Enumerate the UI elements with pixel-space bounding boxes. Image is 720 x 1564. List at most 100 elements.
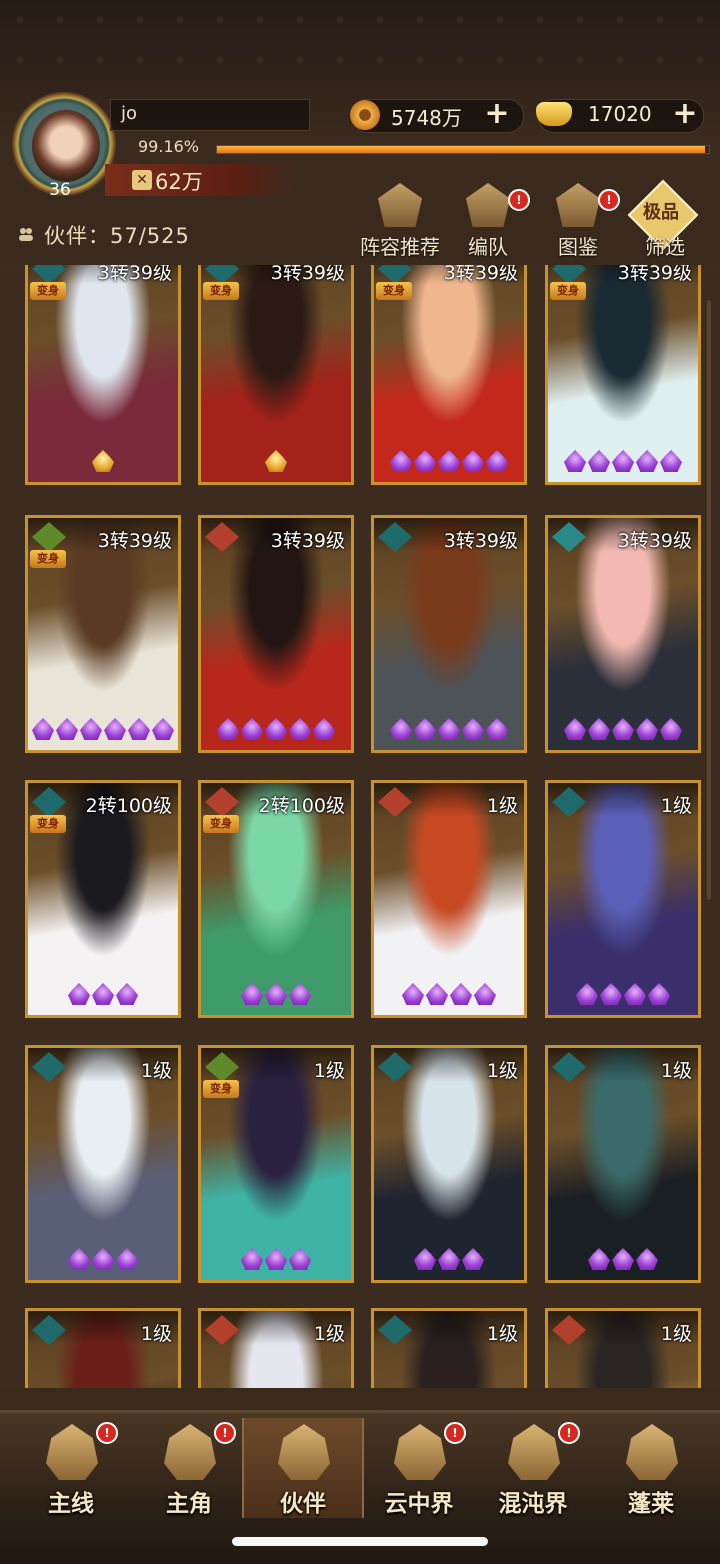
partner-card[interactable]: 变身 2转100级 (25, 780, 181, 1018)
star-icon (588, 718, 610, 740)
star-icon (68, 1248, 90, 1270)
star-rating (374, 1248, 524, 1274)
star-icon (241, 1248, 263, 1270)
partner-card[interactable]: 1级 (371, 1045, 527, 1283)
nav-tab-chaos-realm[interactable]: 混沌界! (474, 1418, 592, 1518)
star-icon (217, 718, 239, 740)
exp-percent: 99.16% (138, 137, 200, 156)
menu-label: 阵容推荐 (360, 235, 440, 259)
lineup-recommend-button[interactable]: 阵容推荐 (357, 183, 443, 261)
nav-tab-main-quest[interactable]: 主线! (12, 1418, 130, 1518)
star-icon (636, 450, 658, 472)
partner-card[interactable]: 1级 (25, 1308, 181, 1388)
star-icon (116, 1248, 138, 1270)
star-icon (289, 718, 311, 740)
avatar[interactable] (32, 110, 100, 182)
partner-level: 1级 (140, 1060, 172, 1082)
partner-card[interactable]: 3转39级 (371, 515, 527, 753)
partner-card[interactable]: 变身 1级 (198, 1045, 354, 1283)
star-icon (265, 983, 287, 1005)
formation-button[interactable]: 编队 ! (448, 183, 530, 261)
partner-level: 3转39级 (443, 265, 518, 284)
star-rating (28, 1248, 178, 1274)
filter-button[interactable]: 筛选 (625, 183, 705, 261)
partner-card[interactable]: 1级 (371, 780, 527, 1018)
player-name: jo (121, 103, 138, 124)
transform-tag: 变身 (203, 815, 239, 833)
nav-label: 主线 (48, 1491, 94, 1517)
formation-alert-badge: ! (508, 189, 530, 211)
partner-card[interactable]: 1级 (25, 1045, 181, 1283)
partner-grid[interactable]: 变身 3转39级 变身 3转39级 变身 3转39级 变身 3转39级 变身 3转39级 3转39级… (0, 265, 720, 1388)
partner-level: 3转39级 (270, 530, 345, 552)
partner-card[interactable]: 1级 (371, 1308, 527, 1388)
partner-card[interactable]: 变身 3转39级 (545, 265, 701, 485)
main-quest-icon (46, 1424, 98, 1480)
exp-bar (216, 145, 710, 154)
partner-level: 1级 (140, 1323, 172, 1345)
star-icon (414, 450, 436, 472)
transform-tag: 变身 (376, 282, 412, 300)
nav-label: 蓬莱 (628, 1491, 674, 1517)
star-icon (588, 1248, 610, 1270)
star-icon (486, 450, 508, 472)
star-icon (68, 983, 90, 1005)
partner-level: 2转100级 (258, 795, 345, 817)
partner-level: 1级 (486, 795, 518, 817)
nav-tab-cloud-realm[interactable]: 云中界! (360, 1418, 478, 1518)
partner-card[interactable]: 1级 (198, 1308, 354, 1388)
partner-card[interactable]: 3转39级 (198, 515, 354, 753)
partner-level: 3转39级 (97, 530, 172, 552)
partner-card[interactable]: 变身 3转39级 (371, 265, 527, 485)
partner-level: 3转39级 (443, 530, 518, 552)
star-icon (104, 718, 126, 740)
partner-level: 3转39级 (97, 265, 172, 284)
transform-tag: 变身 (30, 282, 66, 300)
partner-card[interactable]: 变身 3转39级 (25, 515, 181, 753)
star-rating (201, 718, 351, 744)
star-icon (486, 718, 508, 740)
partner-level: 3转39级 (617, 265, 692, 284)
star-rating (201, 1248, 351, 1274)
star-icon (438, 718, 460, 740)
add-copper-button[interactable]: + (482, 99, 512, 130)
alert-badge: ! (444, 1422, 466, 1444)
star-icon (462, 450, 484, 472)
transform-tag: 变身 (30, 815, 66, 833)
partner-card[interactable]: 3转39级 (545, 515, 701, 753)
star-icon (128, 718, 150, 740)
star-icon (588, 450, 610, 472)
transform-tag: 变身 (550, 282, 586, 300)
chaos-realm-icon (508, 1424, 560, 1480)
nav-tab-partner[interactable]: 伙伴 (242, 1418, 364, 1518)
star-icon (56, 718, 78, 740)
transform-tag: 变身 (30, 550, 66, 568)
star-rating (548, 718, 698, 744)
codex-button[interactable]: 图鉴 ! (538, 183, 620, 261)
partner-card[interactable]: 1级 (545, 1308, 701, 1388)
partner-card[interactable]: 变身 3转39级 (25, 265, 181, 485)
partner-count-icon (19, 228, 33, 241)
partner-level: 1级 (313, 1060, 345, 1082)
nav-tab-penglai[interactable]: 蓬莱 (592, 1418, 710, 1518)
grid-scrollbar[interactable] (707, 300, 711, 900)
star-rating (374, 450, 524, 476)
partner-card[interactable]: 1级 (545, 780, 701, 1018)
copper-coin-icon (350, 100, 380, 130)
star-icon (289, 1248, 311, 1270)
partner-level: 3转39级 (270, 265, 345, 284)
star-rating (548, 450, 698, 476)
menu-label: 筛选 (645, 235, 685, 259)
star-icon (636, 718, 658, 740)
partner-card[interactable]: 1级 (545, 1045, 701, 1283)
add-ingot-button[interactable]: + (670, 99, 700, 130)
partner-card[interactable]: 变身 3转39级 (198, 265, 354, 485)
star-rating (201, 983, 351, 1009)
partner-level: 1级 (660, 1060, 692, 1082)
partner-card[interactable]: 变身 2转100级 (198, 780, 354, 1018)
star-rating (548, 983, 698, 1009)
nav-tab-hero[interactable]: 主角! (130, 1418, 248, 1518)
formation-icon (466, 183, 510, 227)
nav-label: 主角 (166, 1491, 212, 1517)
star-icon (612, 1248, 634, 1270)
